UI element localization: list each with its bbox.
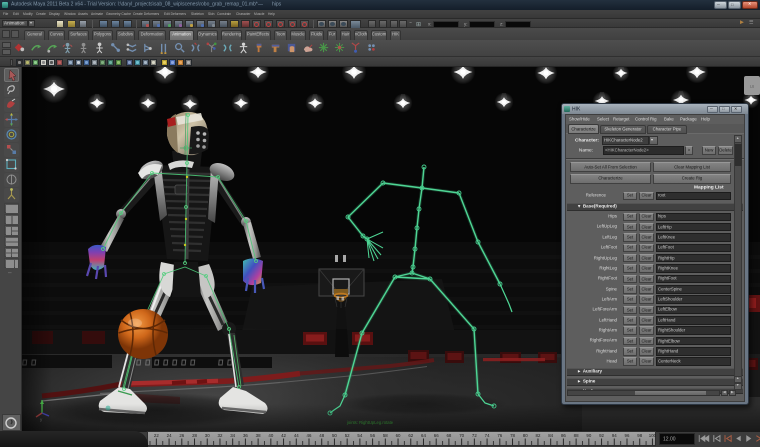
svg-text:86: 86 <box>561 433 566 438</box>
svg-text:82: 82 <box>536 433 541 438</box>
svg-text:88: 88 <box>574 433 579 438</box>
svg-text:98: 98 <box>637 433 642 438</box>
svg-text:44: 44 <box>294 433 299 438</box>
svg-text:36: 36 <box>243 433 248 438</box>
svg-text:72: 72 <box>472 433 477 438</box>
svg-text:34: 34 <box>230 433 235 438</box>
svg-text:78: 78 <box>510 433 515 438</box>
svg-text:76: 76 <box>497 433 502 438</box>
svg-text:94: 94 <box>612 433 617 438</box>
svg-text:62: 62 <box>408 433 413 438</box>
svg-text:22: 22 <box>154 433 159 438</box>
svg-text:40: 40 <box>268 433 273 438</box>
svg-text:32: 32 <box>218 433 223 438</box>
svg-text:100: 100 <box>649 433 656 438</box>
svg-text:30: 30 <box>205 433 210 438</box>
svg-text:80: 80 <box>523 433 528 438</box>
svg-text:74: 74 <box>485 433 490 438</box>
svg-text:42: 42 <box>281 433 286 438</box>
svg-text:38: 38 <box>256 433 261 438</box>
svg-text:28: 28 <box>192 433 197 438</box>
svg-text:90: 90 <box>586 433 591 438</box>
svg-text:46: 46 <box>307 433 312 438</box>
svg-text:92: 92 <box>599 433 604 438</box>
svg-text:56: 56 <box>370 433 375 438</box>
svg-text:96: 96 <box>625 433 630 438</box>
svg-text:50: 50 <box>332 433 337 438</box>
svg-text:70: 70 <box>459 433 464 438</box>
svg-text:52: 52 <box>345 433 350 438</box>
svg-text:26: 26 <box>179 433 184 438</box>
svg-text:48: 48 <box>319 433 324 438</box>
svg-text:24: 24 <box>167 433 172 438</box>
svg-text:60: 60 <box>396 433 401 438</box>
svg-text:64: 64 <box>421 433 426 438</box>
svg-text:UI: UI <box>750 84 755 89</box>
svg-text:58: 58 <box>383 433 388 438</box>
svg-text:66: 66 <box>434 433 439 438</box>
svg-text:84: 84 <box>548 433 553 438</box>
svg-text:54: 54 <box>357 433 362 438</box>
svg-text:68: 68 <box>446 433 451 438</box>
